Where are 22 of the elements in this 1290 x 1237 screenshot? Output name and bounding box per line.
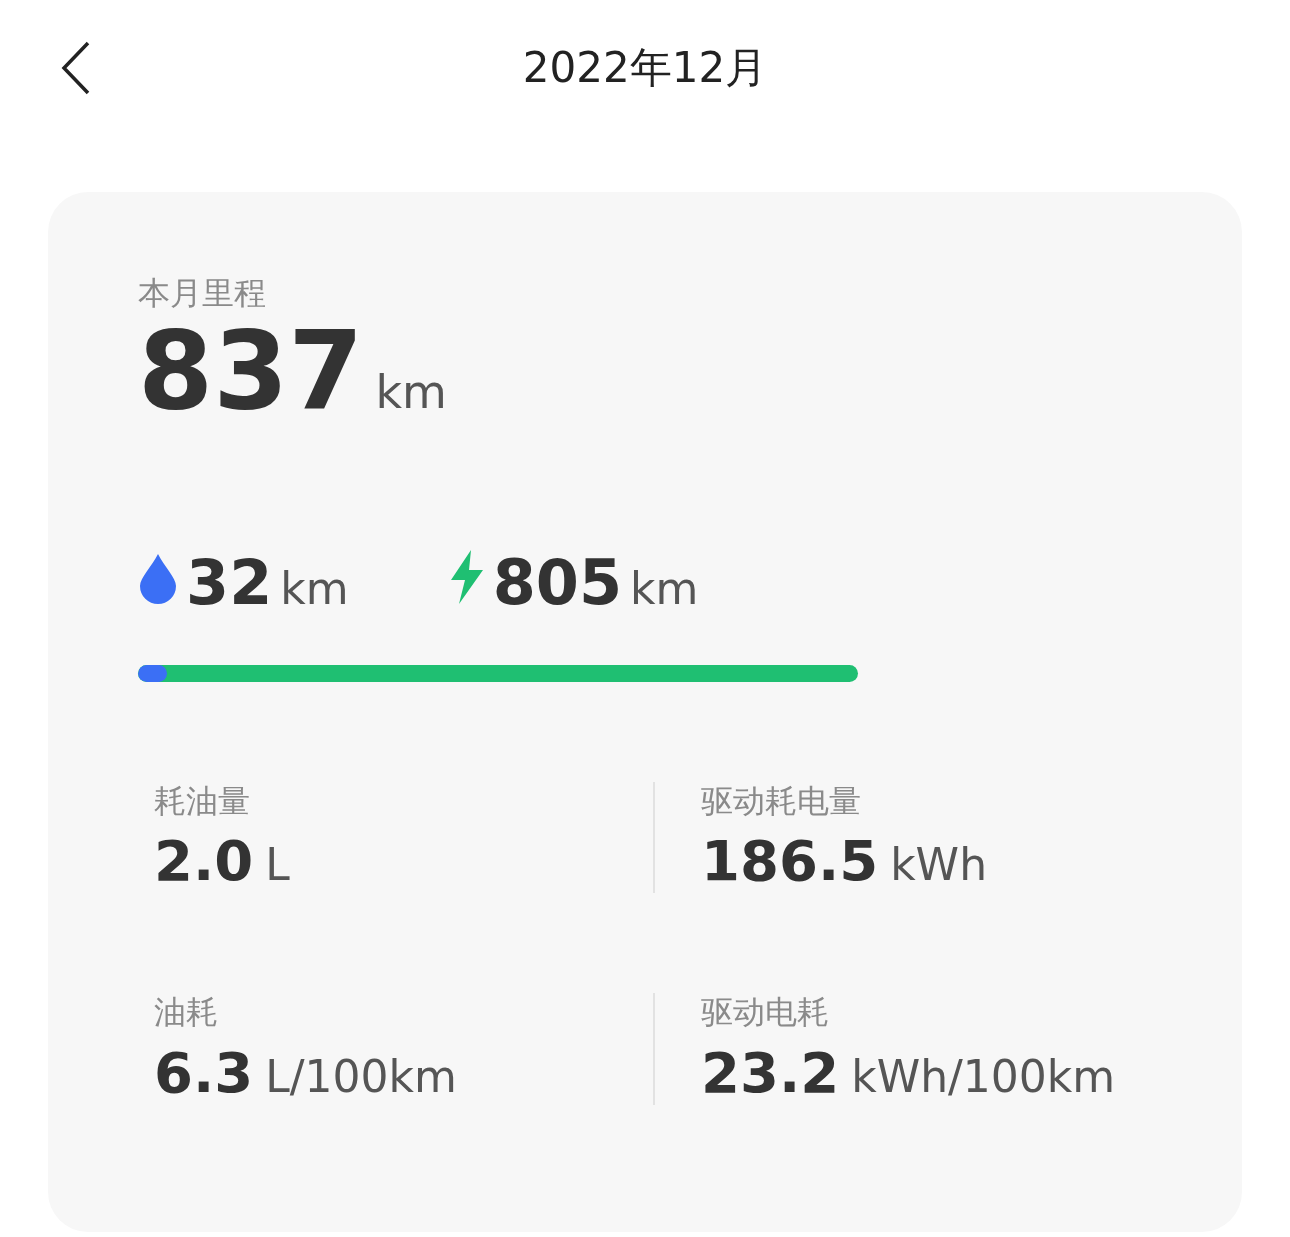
lightning-bolt-icon [448, 549, 485, 604]
stat-unit: L [265, 839, 290, 891]
mileage-unit: km [375, 365, 447, 420]
stat-label: 驱动耗电量 [701, 781, 862, 821]
stat-value: 6.3 [154, 1039, 254, 1105]
distance-value: 32 [186, 545, 273, 619]
stat-value: 2.0 [154, 828, 254, 894]
distance-value: 805 [492, 545, 623, 619]
stat-unit: kWh/100km [851, 1050, 1116, 1102]
page-title: 2022年12月 [522, 42, 768, 94]
distance-unit: km [630, 562, 699, 614]
stat-label: 耗油量 [154, 781, 251, 821]
stat-value: 186.5 [701, 828, 879, 894]
mileage-value: 837 [138, 314, 364, 428]
stat-unit: L/100km [265, 1050, 457, 1102]
distance-unit: km [280, 562, 349, 614]
stat-unit: kWh [890, 839, 987, 891]
stat-value: 23.2 [701, 1039, 840, 1105]
mileage-label: 本月里程 [138, 274, 267, 313]
stat-label: 油耗 [154, 993, 219, 1032]
stat-label: 驱动电耗 [701, 993, 830, 1032]
back-icon [61, 41, 91, 95]
